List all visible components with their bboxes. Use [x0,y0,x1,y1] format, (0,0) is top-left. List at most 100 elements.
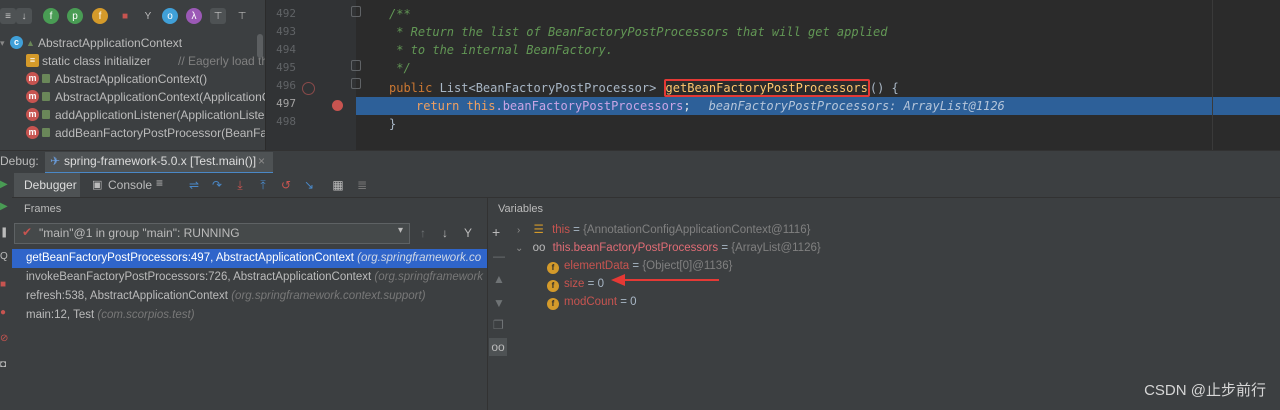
check-icon: ✔ [22,225,33,239]
expand-arrow-icon[interactable]: › [517,225,520,236]
structure-scrollbar[interactable] [257,34,263,58]
view-breakpoints-icon[interactable]: ● [0,307,6,318]
field-icon: f [547,280,559,292]
debug-tab-bar: Debug: ✈ spring-framework-5.0.x [Test.ma… [0,150,1280,174]
show-anonymous-icon[interactable]: o [162,8,178,24]
remove-watch-icon[interactable]: — [493,249,505,263]
tree-item-method[interactable]: m AbstractApplicationContext(Application… [0,88,265,106]
right-margin-guide [1212,0,1213,150]
tree-item-method[interactable]: m addBeanFactoryPostProcessor(BeanFacto [0,124,265,142]
editor-gutter: 492 493 494 495 496 497 498 [266,0,361,150]
frame-row[interactable]: getBeanFactoryPostProcessors:497, Abstra… [12,249,487,268]
breakpoint-icon[interactable] [332,100,343,111]
show-execution-point-icon[interactable]: ⇌ [186,177,202,193]
trace-icon[interactable]: ≣ [354,177,370,193]
expand-arrow-icon[interactable]: ▾ [0,34,5,52]
fold-icon[interactable] [351,78,361,89]
variable-row-modcount[interactable]: f modCount = 0 [547,293,637,311]
move-up-icon[interactable]: ▲ [493,272,505,286]
new-watch-icon[interactable]: + [492,224,500,240]
close-tab-icon[interactable]: × [258,154,265,168]
frame-row[interactable]: main:12, Test (com.scorpios.test) [12,306,487,325]
code-line-496: public List<BeanFactoryPostProcessor> ge… [389,79,899,97]
show-fields-icon[interactable]: f [43,8,59,24]
arrow-down-icon[interactable]: ↓ [442,226,448,240]
filter-icon[interactable]: Y [464,226,472,240]
field-icon: f [547,298,559,310]
sort-visibility-icon[interactable]: ≡ [0,8,16,24]
static-init-icon: ≡ [26,54,39,67]
code-line-495: */ [389,61,411,75]
step-into-icon[interactable]: ⤓ [232,177,248,193]
tab-console[interactable]: Console [108,178,152,192]
field-icon: f [547,262,559,274]
variable-row-this[interactable]: › ☰ this = {AnnotationConfigApplicationC… [517,221,810,239]
line-number: 498 [276,115,296,128]
layout-icon[interactable]: ≡ [156,176,163,190]
frames-panel: Frames ✔ "main"@1 in group "main": RUNNI… [12,198,487,410]
method-icon: m [26,72,39,85]
public-lock-icon [42,110,50,119]
collapse-all-icon[interactable]: ⊤ [234,8,250,24]
line-number: 496 [276,79,296,92]
resume-icon[interactable]: ▶ [0,201,8,212]
tree-item-class[interactable]: ▾ c ▲ AbstractApplicationContext [0,34,265,52]
expand-all-icon[interactable]: ⊤ [210,8,226,24]
step-out-icon[interactable]: ⤒ [255,177,271,193]
tree-item-label: AbstractApplicationContext(ApplicationCo [55,90,266,104]
public-lock-icon [42,92,50,101]
frame-row[interactable]: refresh:538, AbstractApplicationContext … [12,287,487,306]
tree-item-label: addApplicationListener(ApplicationListen [55,108,266,122]
tree-item-hint: // Eagerly load the ... [178,54,265,68]
watermark: CSDN @止步前行 [1144,382,1266,399]
filter-icon[interactable]: Y [140,8,156,24]
mute-breakpoints-icon[interactable]: ⊘ [0,333,8,344]
step-over-icon[interactable]: ↷ [209,177,225,193]
rerun-icon[interactable]: ▶ [0,179,8,190]
search-icon[interactable]: Q [0,251,8,262]
stop-icon[interactable]: ■ [0,279,6,290]
show-properties-icon[interactable]: p [67,8,83,24]
drop-frame-icon[interactable]: ↺ [278,177,294,193]
line-number: 492 [276,7,296,20]
chevron-down-icon[interactable]: ⌄ [515,243,523,254]
arrow-up-icon[interactable]: ↑ [420,226,426,240]
show-watches-icon[interactable]: oo [489,338,507,356]
frame-row[interactable]: invokeBeanFactoryPostProcessors:726, Abs… [12,268,487,287]
evaluate-expression-icon[interactable]: ▦ [330,177,346,193]
show-non-public-icon[interactable]: ■ [117,8,133,24]
line-number: 493 [276,25,296,38]
tree-item-method[interactable]: m AbstractApplicationContext() [0,70,265,88]
variable-row-size[interactable]: f size = 0 [547,275,604,293]
tree-item-method[interactable]: m addApplicationListener(ApplicationList… [0,106,265,124]
tree-item-label: static class initializer [42,54,151,68]
pause-icon[interactable]: ❚ [0,227,8,238]
debugger-toolbar: Debugger ▣ Console ≡ ⇌ ↷ ⤓ ⤒ ↺ ↘ ▦ ≣ [0,173,1280,198]
run-to-cursor-icon[interactable]: ↘ [301,177,317,193]
thread-select-label: "main"@1 in group "main": RUNNING [39,226,240,240]
tree-item-static-init[interactable]: ≡ static class initializer // Eagerly lo… [0,52,265,70]
line-number: 494 [276,43,296,56]
show-lambdas-icon[interactable]: λ [186,8,202,24]
copy-icon[interactable]: ❐ [493,318,504,332]
debug-actions-strip: ▶ ▶ ❚ Q ■ ● ⊘ ◘ [0,173,12,410]
public-lock-icon [42,128,50,137]
inline-debug-value: beanFactoryPostProcessors: ArrayList@112… [708,99,1005,113]
structure-panel: ≡ ↓ f p f ■ Y o λ ⊤ ⊤ ▾ c ▲ AbstractAppl… [0,0,266,150]
override-marker-icon[interactable] [302,82,315,95]
line-number: 495 [276,61,296,74]
fold-icon[interactable] [351,6,361,17]
fold-icon[interactable] [351,60,361,71]
abstract-marker-icon: ▲ [26,38,35,48]
code-line-493: * Return the list of BeanFactoryPostProc… [389,25,888,39]
thread-select[interactable]: ✔ "main"@1 in group "main": RUNNING ▾ [14,223,410,244]
camera-icon[interactable]: ◘ [0,359,6,370]
code-editor[interactable]: 492 493 494 495 496 497 498 /** * Return… [266,0,1280,150]
variable-row-bfpp[interactable]: ⌄ oo this.beanFactoryPostProcessors = {A… [515,239,821,257]
method-icon: m [26,108,39,121]
show-inherited-icon[interactable]: f [92,8,108,24]
sort-alpha-icon[interactable]: ↓ [16,8,32,24]
move-down-icon[interactable]: ▼ [493,296,505,310]
chevron-down-icon: ▾ [397,225,403,236]
tree-item-label: AbstractApplicationContext [38,36,183,50]
